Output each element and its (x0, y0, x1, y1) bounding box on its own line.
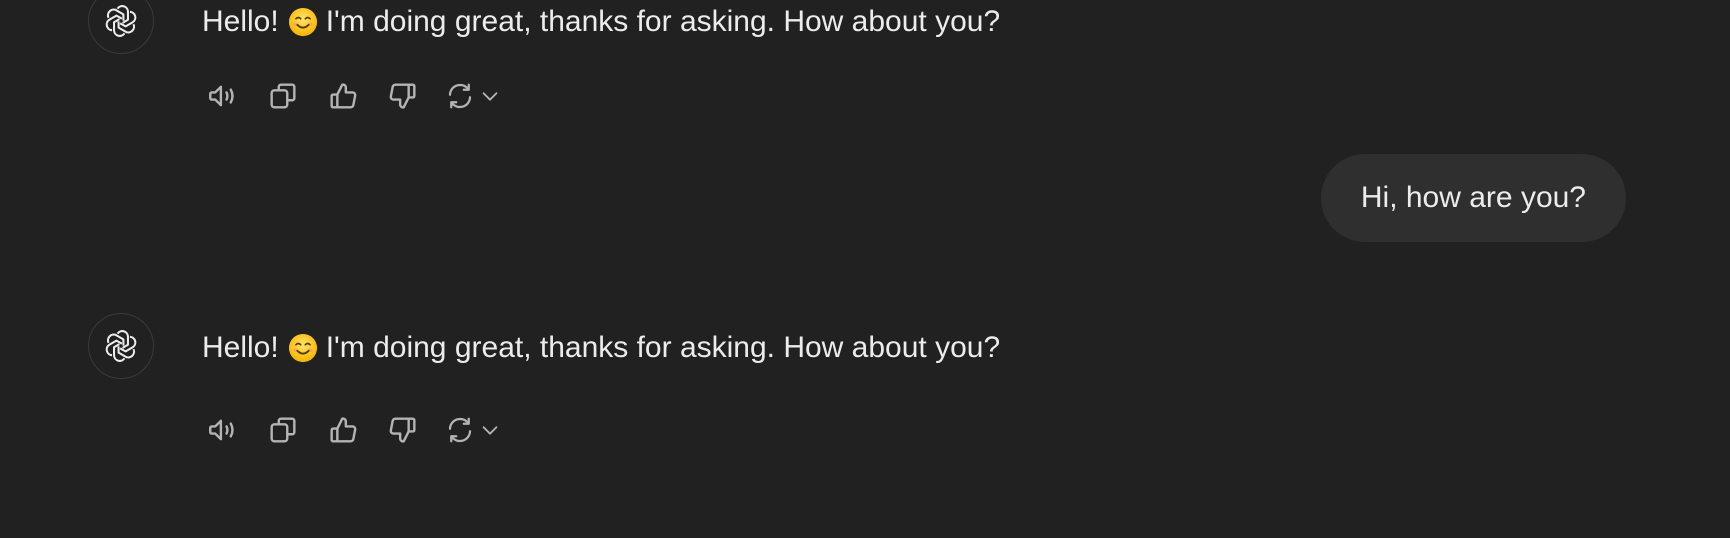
good-response-button[interactable] (322, 410, 364, 450)
message-actions-2 (202, 410, 504, 450)
bad-response-button[interactable] (382, 76, 424, 116)
assistant-message-1: Hello! I'm doing great, thanks for askin… (202, 2, 1000, 42)
assistant-message-2: Hello! I'm doing great, thanks for askin… (202, 328, 1000, 368)
read-aloud-button[interactable] (202, 410, 244, 450)
assistant-avatar (88, 0, 154, 54)
message-text-end: I'm doing great, thanks for asking. How … (325, 331, 1001, 364)
good-response-button[interactable] (322, 76, 364, 116)
thumbs-up-icon (330, 417, 357, 443)
openai-logo-icon (105, 330, 137, 362)
regenerate-icon (448, 417, 472, 443)
user-message-text: Hi, how are you? (1360, 181, 1586, 214)
regenerate-icon (448, 83, 472, 109)
thumbs-down-icon (389, 83, 416, 109)
message-text-end: I'm doing great, thanks for asking. How … (325, 5, 1001, 38)
thumbs-down-icon (389, 417, 416, 443)
message-actions-1 (202, 76, 504, 116)
smiling-face-emoji-icon (288, 333, 317, 363)
chevron-down-icon (482, 426, 498, 435)
message-text-start: Hello! (202, 5, 279, 38)
copy-button[interactable] (262, 76, 304, 116)
openai-logo-icon (105, 5, 137, 37)
bad-response-button[interactable] (382, 410, 424, 450)
read-aloud-button[interactable] (202, 76, 244, 116)
copy-icon (270, 417, 296, 443)
copy-button[interactable] (262, 410, 304, 450)
message-text-start: Hello! (202, 331, 279, 364)
regenerate-button[interactable] (442, 410, 504, 450)
regenerate-button[interactable] (442, 76, 504, 116)
smiling-face-emoji-icon (288, 7, 317, 37)
thumbs-up-icon (330, 83, 357, 109)
chevron-down-icon (482, 92, 498, 101)
copy-icon (270, 83, 296, 109)
read-aloud-icon (209, 85, 234, 107)
chat-thread: Hello! I'm doing great, thanks for askin… (0, 0, 1730, 538)
assistant-avatar (88, 313, 154, 379)
user-message: Hi, how are you? (1320, 154, 1626, 242)
read-aloud-icon (209, 419, 234, 441)
